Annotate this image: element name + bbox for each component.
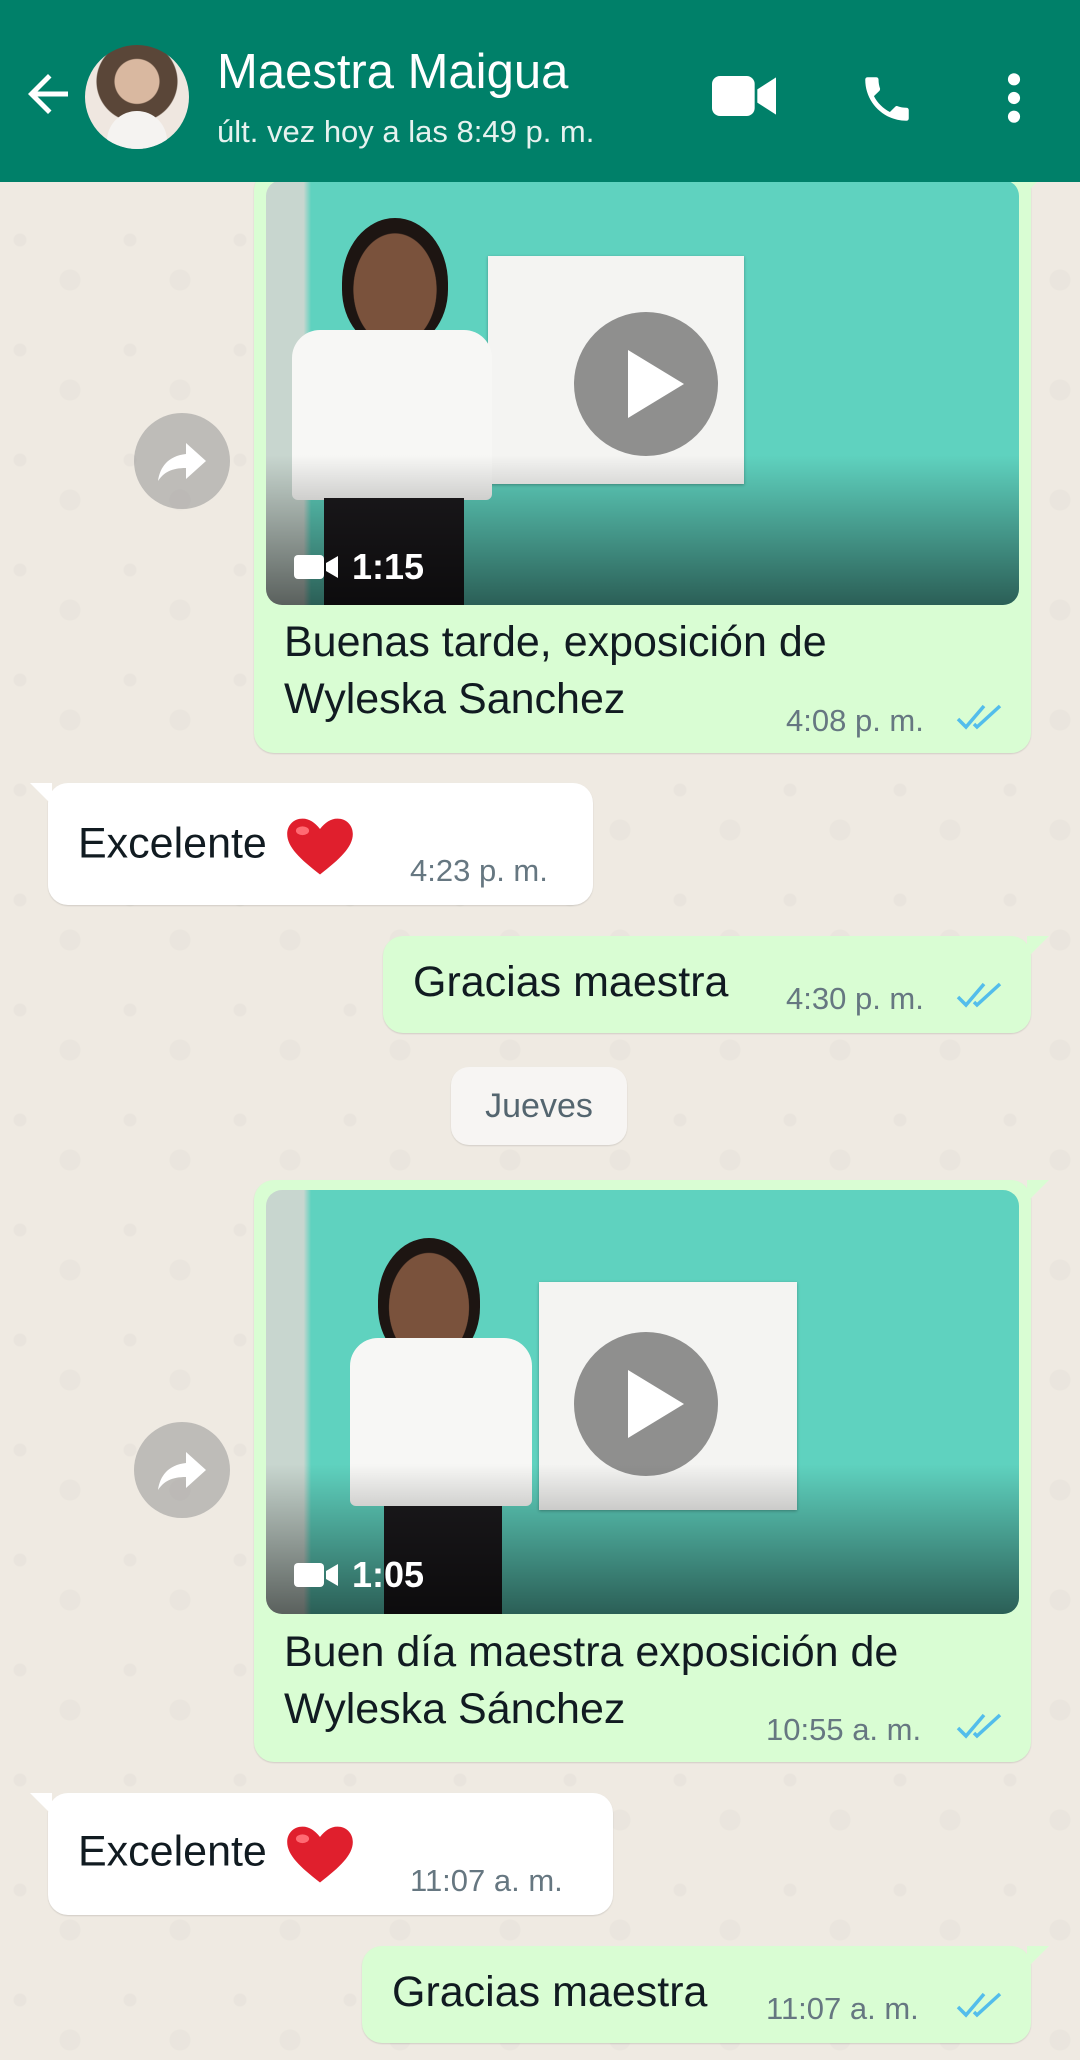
message-text: Excelente <box>78 815 355 877</box>
read-ticks-icon <box>956 982 1002 1008</box>
video-thumbnail[interactable]: 1:15 <box>266 180 1019 605</box>
message-bubble-outgoing[interactable]: 1:15 Buenas tarde, exposición de Wyleska… <box>254 170 1049 753</box>
caption-line: Buenas tarde, exposición de <box>284 618 827 666</box>
chat-header: Maestra Maigua últ. vez hoy a las 8:49 p… <box>0 0 1080 182</box>
phone-icon <box>865 77 909 121</box>
video-duration-text: 1:15 <box>352 546 425 587</box>
red-heart-emoji-icon <box>286 1826 353 1883</box>
video-duration: 1:05 <box>294 1554 424 1596</box>
more-vertical-icon <box>1007 73 1021 123</box>
message-time: 10:55 a. m. <box>766 1712 922 1747</box>
video-duration-text: 1:05 <box>352 1554 425 1595</box>
forward-icon <box>158 443 206 481</box>
forward-icon <box>158 1452 206 1490</box>
contact-name[interactable]: Maestra Maigua <box>217 44 568 100</box>
caption-line: Wyleska Sanchez <box>284 675 626 723</box>
message-text: Gracias maestra <box>392 1968 708 2016</box>
video-thumbnail[interactable]: 1:05 <box>266 1190 1019 1614</box>
caption-line: Buen día maestra exposición de <box>284 1628 899 1676</box>
contact-avatar[interactable] <box>85 45 189 149</box>
read-ticks-icon <box>956 1992 1002 2018</box>
video-camera-icon <box>294 555 338 579</box>
message-bubble-outgoing[interactable]: Gracias maestra 4:30 p. m. <box>383 936 1049 1033</box>
video-duration: 1:15 <box>294 546 424 588</box>
message-caption: Buenas tarde, exposición de Wyleska Sanc… <box>284 614 827 728</box>
read-ticks-icon <box>956 704 1002 730</box>
message-time: 4:23 p. m. <box>410 853 548 888</box>
message-time: 11:07 a. m. <box>766 1991 919 2026</box>
arrow-left-icon <box>28 74 68 114</box>
message-text: Excelente <box>78 1823 355 1885</box>
message-text-content: Excelente <box>78 819 267 868</box>
forward-button[interactable] <box>134 1422 230 1518</box>
message-bubble-outgoing[interactable]: 1:05 Buen día maestra exposición de Wyle… <box>254 1180 1049 1762</box>
last-seen-status: últ. vez hoy a las 8:49 p. m. <box>217 114 595 149</box>
video-camera-icon <box>294 1563 338 1587</box>
play-button[interactable] <box>574 312 718 456</box>
message-bubble-incoming[interactable]: Excelente 4:23 p. m. <box>30 783 593 905</box>
person-image <box>342 218 448 348</box>
message-time: 11:07 a. m. <box>410 1863 563 1898</box>
voice-call-button[interactable] <box>858 70 916 133</box>
video-camera-icon <box>712 76 776 116</box>
play-button[interactable] <box>574 1332 718 1476</box>
video-call-button[interactable] <box>712 68 776 129</box>
message-text: Gracias maestra <box>413 958 729 1006</box>
back-button[interactable] <box>18 64 78 124</box>
message-time: 4:08 p. m. <box>786 703 924 738</box>
more-options-button[interactable] <box>1000 70 1028 131</box>
date-separator: Jueves <box>451 1067 627 1145</box>
red-heart-emoji-icon <box>286 818 353 875</box>
message-bubble-incoming[interactable]: Excelente 11:07 a. m. <box>30 1793 613 1915</box>
message-text-content: Excelente <box>78 1827 267 1876</box>
forward-button[interactable] <box>134 413 230 509</box>
message-time: 4:30 p. m. <box>786 981 924 1016</box>
message-bubble-outgoing[interactable]: Gracias maestra 11:07 a. m. <box>362 1946 1049 2043</box>
read-ticks-icon <box>956 1713 1002 1739</box>
